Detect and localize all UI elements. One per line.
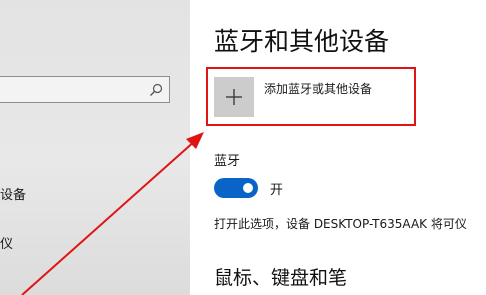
section-title-mouse-keyboard-pen: 鼠标、键盘和笔 <box>214 267 348 289</box>
sidebar-item-devices[interactable]: 设备 <box>0 184 26 203</box>
sidebar-item-meter[interactable]: 仪 <box>0 233 13 252</box>
sidebar: 设备 仪 <box>0 0 190 295</box>
bluetooth-toggle[interactable] <box>214 178 258 198</box>
toggle-knob <box>243 183 253 193</box>
main-content: 蓝牙和其他设备 添加蓝牙或其他设备 蓝牙 开 打开此选项，设备 DESKTOP-… <box>190 0 486 295</box>
add-tile[interactable] <box>214 77 254 117</box>
bluetooth-description: 打开此选项，设备 DESKTOP-T635AAK 将可仪 <box>214 217 467 231</box>
add-device-button[interactable]: 添加蓝牙或其他设备 <box>214 77 372 117</box>
bluetooth-state-label: 开 <box>270 182 284 198</box>
bluetooth-heading: 蓝牙 <box>214 154 241 169</box>
add-device-label: 添加蓝牙或其他设备 <box>264 81 373 96</box>
bluetooth-toggle-row: 开 <box>214 178 283 198</box>
search-input[interactable] <box>0 76 170 103</box>
plus-icon <box>226 89 242 105</box>
search-icon[interactable] <box>149 82 163 96</box>
page-title: 蓝牙和其他设备 <box>214 27 390 56</box>
